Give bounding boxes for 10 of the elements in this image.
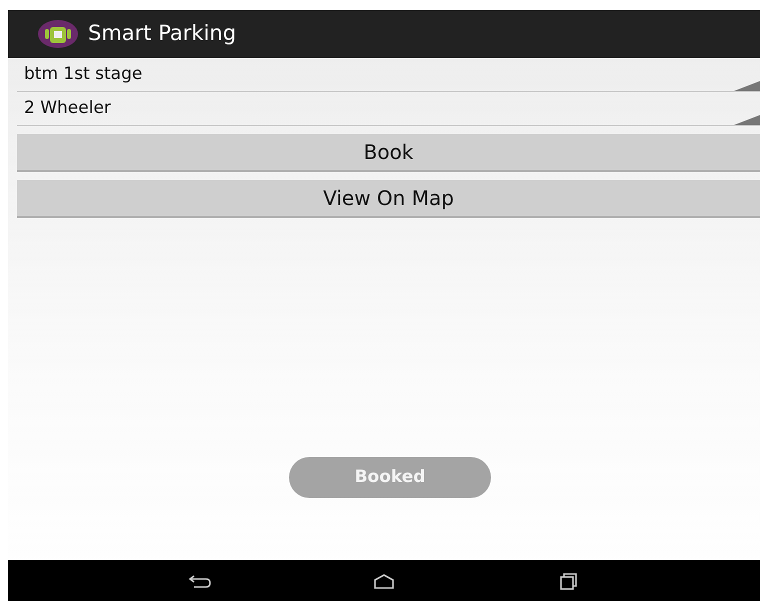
- app-title: Smart Parking: [88, 20, 236, 48]
- action-button[interactable]: View On Map: [17, 180, 760, 218]
- android-icon: [38, 19, 78, 49]
- dropdown[interactable]: btm 1st stage: [17, 58, 760, 92]
- toast-message: Booked: [289, 457, 491, 498]
- dropdown-corner-icon: [734, 81, 760, 91]
- home-icon[interactable]: [372, 572, 396, 590]
- dropdown-corner-icon: [734, 115, 760, 125]
- action-button[interactable]: Book: [17, 134, 760, 172]
- dropdown[interactable]: 2 Wheeler: [17, 92, 760, 126]
